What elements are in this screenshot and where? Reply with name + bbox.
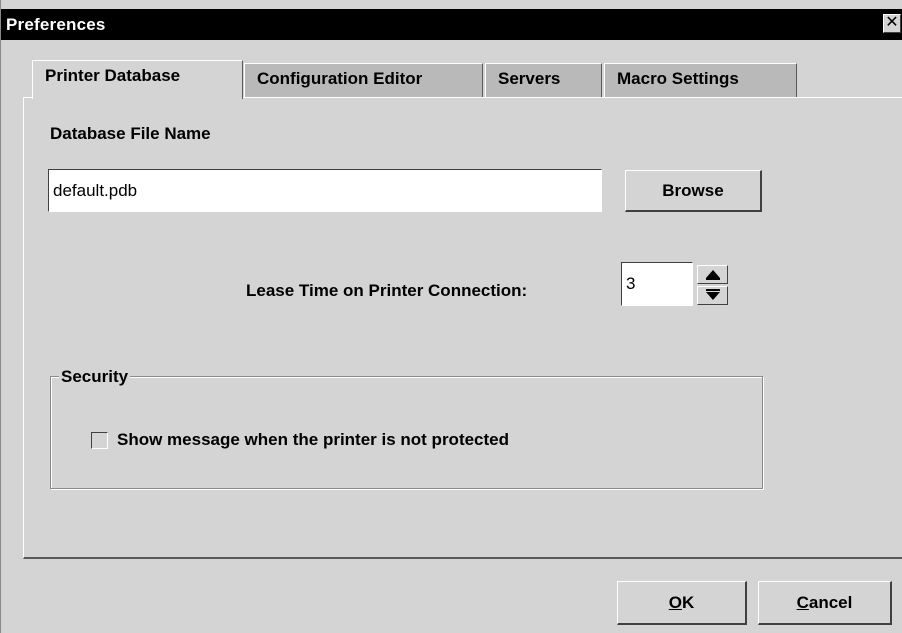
arrow-up-icon bbox=[706, 270, 720, 278]
preferences-dialog: Preferences ✕ Printer Database Configura… bbox=[0, 0, 902, 633]
close-icon: ✕ bbox=[885, 14, 899, 31]
lease-time-label: Lease Time on Printer Connection: bbox=[246, 281, 528, 300]
arrow-up-bar bbox=[706, 278, 720, 280]
show-message-checkbox[interactable] bbox=[91, 432, 108, 449]
ok-button-label: OK bbox=[668, 592, 695, 612]
ok-button[interactable]: OK bbox=[617, 581, 747, 625]
tab-configuration-editor[interactable]: Configuration Editor bbox=[244, 63, 483, 97]
cancel-button-label: Cancel bbox=[796, 592, 853, 612]
database-file-name-label: Database File Name bbox=[50, 124, 211, 143]
title-bar: Preferences ✕ bbox=[1, 9, 902, 40]
browse-button[interactable]: Browse bbox=[625, 170, 762, 212]
arrow-down-icon bbox=[706, 292, 720, 300]
tab-macro-settings[interactable]: Macro Settings bbox=[604, 63, 797, 97]
cancel-button[interactable]: Cancel bbox=[758, 581, 892, 625]
arrow-down-bar bbox=[706, 289, 720, 291]
lease-time-decrement-button[interactable] bbox=[697, 286, 728, 305]
tab-printer-database[interactable]: Printer Database bbox=[32, 60, 243, 99]
printer-database-panel bbox=[23, 97, 902, 559]
security-group-title: Security bbox=[59, 367, 131, 387]
tab-servers[interactable]: Servers bbox=[485, 63, 602, 97]
lease-time-input[interactable] bbox=[621, 262, 693, 306]
close-button[interactable]: ✕ bbox=[883, 14, 901, 33]
database-file-name-input[interactable] bbox=[48, 169, 602, 212]
show-message-label[interactable]: Show message when the printer is not pro… bbox=[117, 430, 509, 450]
lease-time-increment-button[interactable] bbox=[697, 265, 728, 284]
window-title: Preferences bbox=[6, 15, 106, 34]
